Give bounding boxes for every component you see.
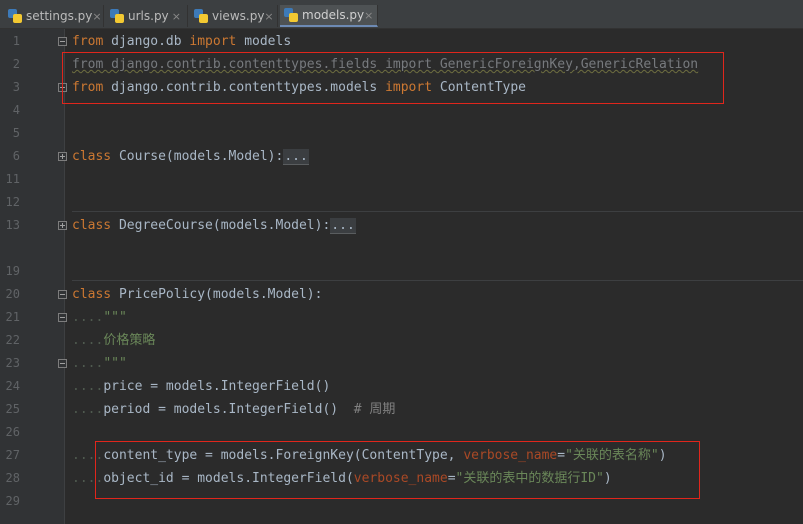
python-file-icon xyxy=(194,9,208,23)
fold-toggle-icon[interactable] xyxy=(58,37,67,46)
line-number: 21 xyxy=(5,310,20,324)
python-file-icon xyxy=(110,9,124,23)
code-line-20[interactable]: class PricePolicy(models.Model): xyxy=(72,283,322,306)
code-line-13[interactable]: class DegreeCourse(models.Model):... xyxy=(72,214,356,237)
tab-label: urls.py xyxy=(128,9,169,23)
highlight-box-fields xyxy=(95,441,700,499)
folded-code-placeholder[interactable]: ... xyxy=(330,218,356,234)
fold-toggle-icon[interactable] xyxy=(58,313,67,322)
tab-views-py[interactable]: views.py × xyxy=(190,5,278,27)
line-number: 23 xyxy=(5,356,20,370)
line-number: 3 xyxy=(12,80,20,94)
folded-code-placeholder[interactable]: ... xyxy=(283,149,309,165)
close-icon[interactable]: × xyxy=(364,9,373,22)
code-line-23[interactable]: ....""" xyxy=(72,352,127,375)
line-number: 5 xyxy=(12,126,20,140)
highlight-box-imports xyxy=(62,52,724,104)
line-number: 19 xyxy=(5,264,20,278)
line-number: 20 xyxy=(5,287,20,301)
code-line-22[interactable]: ....价格策略 xyxy=(72,329,155,352)
tab-label: settings.py xyxy=(26,9,93,23)
line-number: 4 xyxy=(12,103,20,117)
code-line-24[interactable]: ....price = models.IntegerField() xyxy=(72,375,330,398)
line-number: 13 xyxy=(5,218,20,232)
fold-expand-icon[interactable] xyxy=(58,152,67,161)
line-number: 6 xyxy=(12,149,20,163)
line-number: 24 xyxy=(5,379,20,393)
editor-tab-bar: settings.py × urls.py × views.py × model… xyxy=(0,0,803,29)
tab-settings-py[interactable]: settings.py × xyxy=(4,5,104,27)
tab-urls-py[interactable]: urls.py × xyxy=(106,5,188,27)
tab-label: views.py xyxy=(212,9,265,23)
code-line-25[interactable]: ....period = models.IntegerField() # 周期 xyxy=(72,398,395,421)
line-number: 1 xyxy=(12,34,20,48)
line-number: 2 xyxy=(12,57,20,71)
fold-toggle-icon[interactable] xyxy=(58,290,67,299)
fold-toggle-icon[interactable] xyxy=(58,359,67,368)
code-line-1[interactable]: from django.db import models xyxy=(72,30,291,53)
line-number: 22 xyxy=(5,333,20,347)
method-separator xyxy=(72,280,803,281)
tab-label: models.py xyxy=(302,8,365,22)
line-number: 27 xyxy=(5,448,20,462)
tab-models-py[interactable]: models.py × xyxy=(280,5,378,27)
line-number: 11 xyxy=(5,172,20,186)
python-file-icon xyxy=(284,8,298,22)
method-separator xyxy=(72,211,803,212)
line-number: 29 xyxy=(5,494,20,508)
close-icon[interactable]: × xyxy=(92,10,101,23)
line-number: 12 xyxy=(5,195,20,209)
python-file-icon xyxy=(8,9,22,23)
line-number: 26 xyxy=(5,425,20,439)
close-icon[interactable]: × xyxy=(172,10,181,23)
line-number: 28 xyxy=(5,471,20,485)
code-line-6[interactable]: class Course(models.Model):... xyxy=(72,145,309,168)
close-icon[interactable]: × xyxy=(264,10,273,23)
code-line-21[interactable]: ....""" xyxy=(72,306,127,329)
line-number: 25 xyxy=(5,402,20,416)
fold-expand-icon[interactable] xyxy=(58,221,67,230)
